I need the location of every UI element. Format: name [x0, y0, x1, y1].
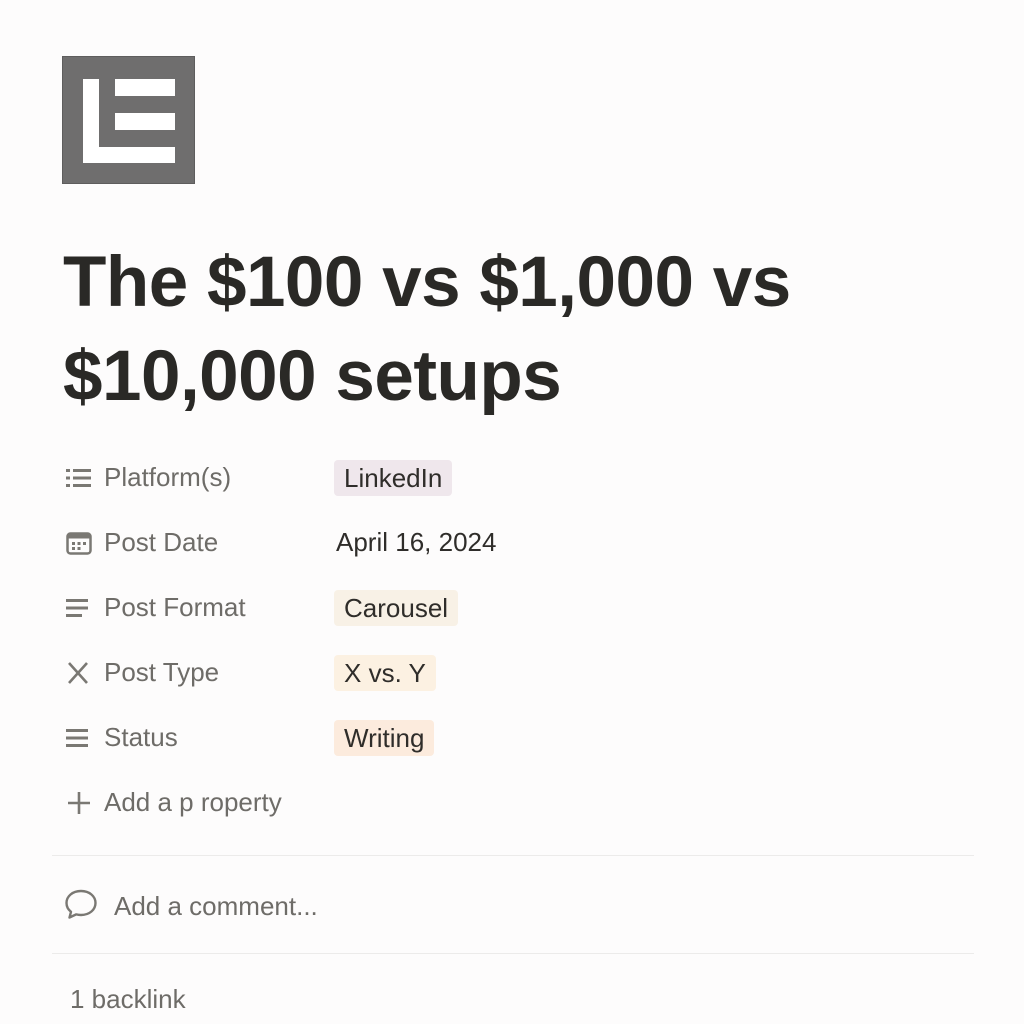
property-value-post-date[interactable]: April 16, 2024	[334, 521, 496, 565]
list-icon	[62, 464, 98, 492]
tag-x-vs-y: X vs. Y	[334, 654, 436, 691]
property-label: Platform(s)	[104, 462, 232, 492]
comment-bubble-icon	[64, 888, 98, 925]
property-row-status: Status Writing	[62, 705, 974, 770]
property-row-post-type: Post Type X vs. Y	[62, 640, 974, 705]
page-title[interactable]: The $100 vs $1,000 vs $10,000 setups	[63, 236, 963, 424]
properties-panel: Platform(s) LinkedIn Post Date April 16,…	[62, 445, 974, 835]
divider	[52, 855, 974, 856]
property-row-platforms: Platform(s) LinkedIn	[62, 445, 974, 510]
page-layout-icon[interactable]	[62, 56, 195, 184]
add-property-button[interactable]: Add a p roperty	[62, 770, 974, 835]
calendar-icon	[62, 529, 98, 557]
divider	[52, 953, 974, 954]
property-value-platforms[interactable]: LinkedIn	[334, 456, 453, 500]
select-icon	[62, 594, 98, 622]
date-value: April 16, 2024	[336, 527, 497, 557]
property-name-post-date[interactable]: Post Date	[62, 521, 334, 565]
status-icon	[62, 724, 98, 752]
property-value-post-type[interactable]: X vs. Y	[334, 651, 436, 695]
tag-carousel: Carousel	[334, 589, 459, 626]
property-label: Post Format	[104, 592, 246, 622]
property-label: Post Date	[104, 527, 219, 557]
property-name-status[interactable]: Status	[62, 716, 334, 760]
property-name-platforms[interactable]: Platform(s)	[62, 456, 334, 500]
property-name-post-format[interactable]: Post Format	[62, 586, 334, 630]
notion-page: The $100 vs $1,000 vs $10,000 setups Pla…	[0, 0, 1024, 1024]
tag-writing: Writing	[334, 719, 435, 756]
add-property-label: Add a p roperty	[104, 787, 282, 817]
property-name-post-type[interactable]: Post Type	[62, 651, 334, 695]
comment-placeholder: Add a comment...	[114, 890, 318, 921]
x-icon	[62, 659, 98, 687]
property-label: Post Type	[104, 657, 220, 687]
property-value-post-format[interactable]: Carousel	[334, 586, 459, 630]
backlinks-toggle[interactable]: 1 backlink	[70, 984, 186, 1015]
plus-icon	[62, 789, 98, 817]
property-row-post-format: Post Format Carousel	[62, 575, 974, 640]
tag-linkedin: LinkedIn	[334, 459, 453, 496]
property-label: Status	[104, 722, 178, 752]
property-value-status[interactable]: Writing	[334, 716, 435, 760]
add-comment-input[interactable]: Add a comment...	[64, 882, 318, 930]
property-row-post-date: Post Date April 16, 2024	[62, 510, 974, 575]
